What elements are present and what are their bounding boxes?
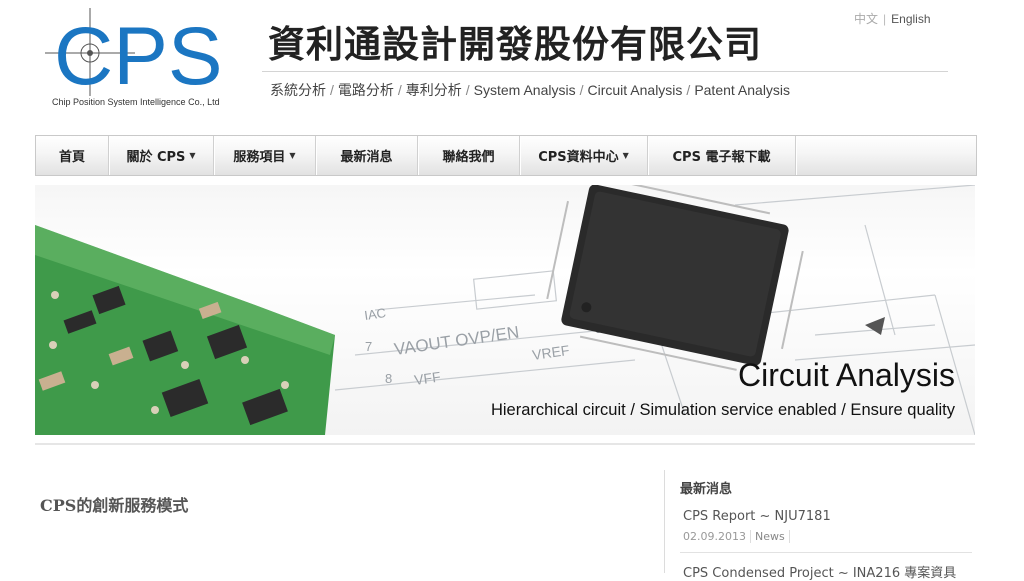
news-tag[interactable]: News — [749, 530, 790, 543]
schematic-label: VAOUT OVP/EN — [393, 323, 520, 359]
diode-symbol — [865, 317, 885, 335]
separator: / — [686, 82, 691, 98]
schematic-label: VFF — [413, 368, 441, 388]
news-meta: 02.09.2013 News — [683, 530, 973, 543]
lang-english-link[interactable]: English — [891, 12, 930, 26]
header-divider — [262, 71, 948, 72]
news-item: CPS Report ~ NJU7181 02.09.2013 News — [683, 509, 973, 543]
language-switcher: 中文 | English — [854, 10, 931, 27]
nav-home[interactable]: 首頁 — [36, 136, 109, 175]
sidebar-divider — [664, 470, 665, 573]
nav-label: 聯絡我們 — [442, 150, 495, 165]
service-patent-analysis-en: Patent Analysis — [694, 82, 791, 98]
banner-title: Circuit Analysis — [738, 357, 955, 393]
lang-divider: | — [883, 12, 887, 26]
cps-logo[interactable]: CPS Chip Position System Intelligence Co… — [40, 8, 250, 112]
service-system-analysis-en: System Analysis — [473, 82, 576, 98]
separator: / — [465, 82, 470, 98]
nav-about[interactable]: 關於 CPS ▼ — [109, 136, 214, 175]
nav-label: 服務項目 — [233, 150, 286, 165]
nav-label: 最新消息 — [340, 150, 393, 165]
nav-newsletter-download[interactable]: CPS 電子報下載 — [648, 136, 796, 175]
banner-divider — [35, 443, 975, 445]
nav-data-center[interactable]: CPS資料中心 ▼ — [520, 136, 648, 175]
schematic-label: VREF — [531, 342, 570, 363]
section-heading: CPS的創新服務模式 — [40, 496, 189, 515]
chevron-down-icon: ▼ — [189, 151, 196, 160]
main-nav: 首頁 關於 CPS ▼ 服務項目 ▼ 最新消息 聯絡我們 CPS資料中心 ▼ CPS … — [35, 135, 977, 176]
company-name: 資利通設計開發股份有限公司 — [268, 23, 762, 66]
separator: / — [579, 82, 584, 98]
separator: / — [397, 82, 402, 98]
nav-label: 關於 CPS — [126, 150, 186, 165]
news-item: CPS Condensed Project ~ INA216 專案資具 — [683, 562, 973, 581]
news-date: 02.09.2013 — [683, 530, 746, 543]
separator: / — [330, 82, 334, 98]
sidebar-title: 最新消息 — [680, 482, 733, 497]
logo-letters: CPS — [54, 11, 223, 98]
service-patent-analysis-zh: 專利分析 — [405, 82, 462, 98]
schematic-label: IAC — [363, 305, 387, 323]
nav-label: CPS 電子報下載 — [672, 150, 771, 165]
chevron-down-icon: ▼ — [622, 151, 629, 160]
nav-label: CPS資料中心 — [538, 150, 619, 165]
nav-services[interactable]: 服務項目 ▼ — [214, 136, 316, 175]
nav-label: 首頁 — [58, 150, 85, 165]
schematic-label: 8 — [385, 371, 392, 386]
banner-subtitle: Hierarchical circuit / Simulation servic… — [490, 401, 955, 419]
chevron-down-icon: ▼ — [289, 151, 296, 160]
news-title-link[interactable]: CPS Report ~ NJU7181 — [683, 509, 973, 524]
service-system-analysis-zh: 系統分析 — [270, 82, 326, 98]
chip-icon — [546, 185, 804, 371]
schematic-label: 7 — [365, 339, 372, 354]
news-divider — [680, 552, 972, 553]
hero-banner[interactable]: VAOUT OVP/EN VREF VFF IAC 7 8 9 — [35, 185, 975, 435]
lang-chinese-link[interactable]: 中文 — [854, 12, 878, 26]
logo-tagline: Chip Position System Intelligence Co., L… — [52, 97, 220, 107]
news-title-link[interactable]: CPS Condensed Project ~ INA216 專案資具 — [683, 562, 973, 581]
service-circuit-analysis-en: Circuit Analysis — [587, 82, 683, 98]
service-circuit-analysis-zh: 電路分析 — [337, 82, 394, 98]
nav-news[interactable]: 最新消息 — [316, 136, 418, 175]
banner-illustration: VAOUT OVP/EN VREF VFF IAC 7 8 9 — [35, 185, 975, 435]
nav-contact[interactable]: 聯絡我們 — [418, 136, 520, 175]
services-tagline: 系統分析 / 電路分析 / 專利分析 / System Analysis / Circuit A… — [270, 80, 790, 100]
